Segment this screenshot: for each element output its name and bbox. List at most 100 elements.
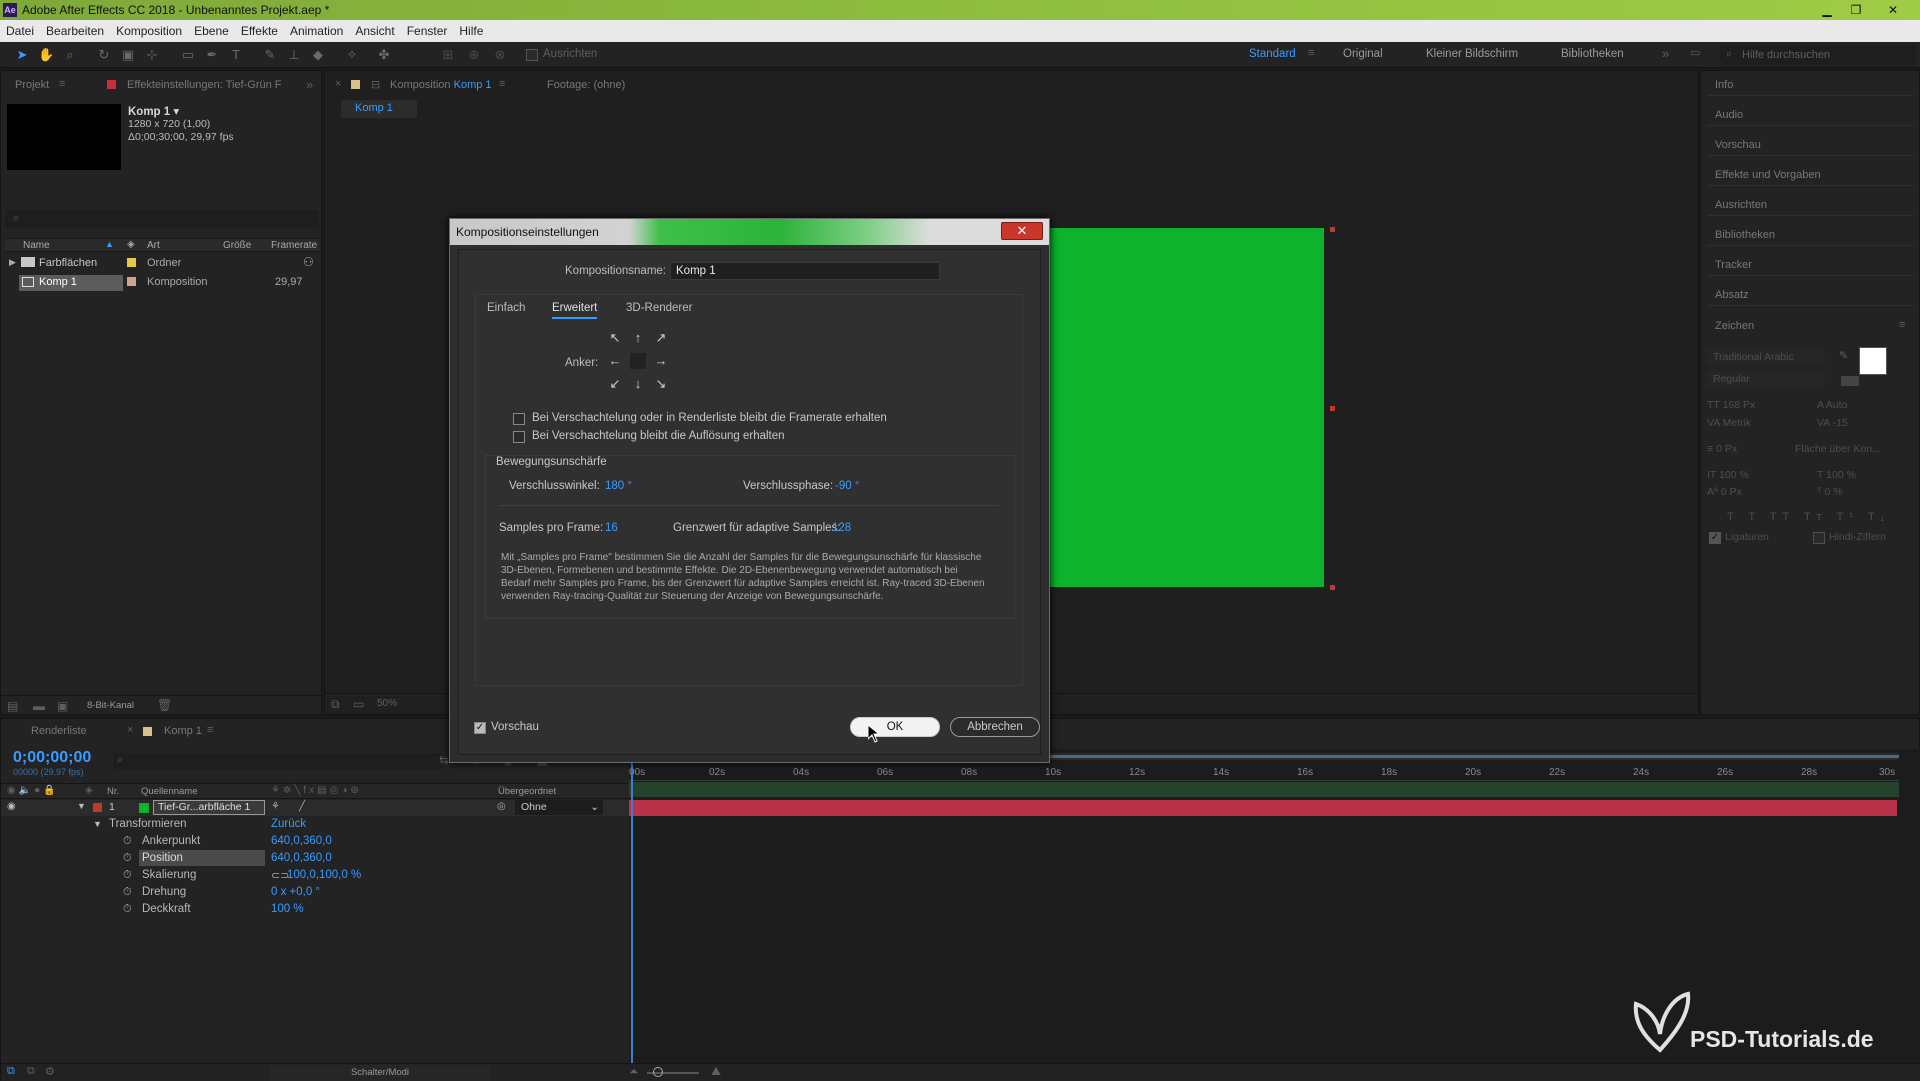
stopwatch-icon[interactable]: ⏱ [123,903,132,916]
brush-tool-icon[interactable]: ✎ [262,47,278,63]
panel-effects-presets[interactable]: Effekte und Vorgaben [1715,169,1821,181]
current-timecode[interactable]: 0;00;00;00 [13,749,91,767]
prop-opacity-value[interactable]: 100 % [271,903,304,915]
prop-anchor-point-value[interactable]: 640,0,360,0 [271,835,332,847]
layer-handle-tr[interactable] [1330,227,1335,232]
ligatures-checkbox[interactable]: ✓ [1709,532,1721,544]
preserve-framerate-checkbox[interactable] [513,413,525,425]
layer-name[interactable]: Tief-Gr...arbfläche 1 [153,800,265,815]
horizontal-scale-field[interactable]: T 100 % [1817,469,1856,481]
stopwatch-icon[interactable]: ⏱ [123,869,132,882]
lock-icon[interactable]: ⊟ [371,78,380,91]
hand-tool-icon[interactable]: ✋ [38,47,54,63]
trash-icon[interactable]: 🗑 [157,698,172,712]
hindi-digits-checkbox[interactable] [1813,532,1825,544]
layer-handle-r[interactable] [1330,406,1335,411]
shutter-angle-value[interactable]: 180 ° [605,480,632,492]
close-icon[interactable]: ✕ [1880,0,1906,20]
parent-select[interactable]: Ohne ⌄ [515,800,603,815]
fill-color-swatch[interactable] [1859,347,1887,375]
stopwatch-icon[interactable]: ⏱ [123,835,132,848]
prop-position-value[interactable]: 640,0,360,0 [271,852,332,864]
tab-footage[interactable]: Footage: (ohne) [547,79,625,91]
layer-switches-icon[interactable]: ⧉ [7,1065,15,1078]
prop-rotation-value[interactable]: 0 x +0,0 ° [271,886,320,898]
puppet-tool-icon[interactable]: ✤ [376,47,392,63]
pan-behind-tool-icon[interactable]: ⊹ [144,47,160,63]
font-style-select[interactable]: Regular [1707,371,1825,387]
prop-position[interactable]: Position [142,852,183,864]
column-type[interactable]: Art [147,240,160,251]
local-axis-icon[interactable]: ⊞ [440,47,456,63]
panel-character[interactable]: Zeichen [1715,320,1754,332]
project-row-folder[interactable]: ▶ Farbflächen Ordner ⚇ [5,255,319,273]
dropdown-arrow-icon[interactable]: ▾ [173,106,179,118]
label-color-icon[interactable] [127,258,136,267]
text-style-buttons[interactable]: T T TT Tт T¹ T₁ [1727,511,1890,523]
sort-ascending-icon[interactable]: ▲ [105,239,114,249]
adaptive-limit-value[interactable]: 128 [832,522,851,534]
preserve-resolution-checkbox[interactable] [513,431,525,443]
text-tool-icon[interactable]: T [228,47,244,63]
panel-audio[interactable]: Audio [1715,109,1743,121]
menu-hilfe[interactable]: Hilfe [453,20,489,42]
tracking-field[interactable]: VA -15 [1817,417,1848,429]
eyedropper-icon[interactable]: ✎ [1839,349,1848,362]
flowchart-icon[interactable]: ⚇ [303,255,314,269]
anchor-right-icon[interactable]: → [651,351,671,371]
layer-row[interactable]: ◉ ▼ 1 Tief-Gr...arbfläche 1 ⚘ ╱ ◎ Ohne ⌄ [1,800,629,816]
anchor-top-left-icon[interactable]: ↖ [605,328,625,348]
baseline-field[interactable]: Aª 0 Px [1707,486,1742,498]
ok-button[interactable]: OK [850,717,940,737]
visibility-eye-icon[interactable]: ◉ [7,801,16,812]
menu-fenster[interactable]: Fenster [401,20,454,42]
panel-paragraph[interactable]: Absatz [1715,289,1749,301]
kerning-field[interactable]: VA Metrik [1707,417,1751,429]
rectangle-tool-icon[interactable]: ▭ [180,47,196,63]
zoom-level[interactable]: 50% [377,698,397,709]
preview-checkbox[interactable]: ✓ [474,722,486,734]
column-number[interactable]: Nr. [107,786,119,797]
minimize-icon[interactable]: ▁ [1814,0,1840,20]
expand-arrow-icon[interactable]: ▶ [9,257,16,268]
font-family-select[interactable]: Traditional Arabic [1707,349,1825,365]
menu-datei[interactable]: Datei [0,20,40,42]
bit-depth-button[interactable]: 8-Bit-Kanal [87,700,134,711]
tab-project[interactable]: Projekt [15,79,49,91]
zoom-in-icon[interactable]: ⛰ [711,1064,721,1079]
tab-3d-renderer[interactable]: 3D-Renderer [626,302,692,314]
menu-bearbeiten[interactable]: Bearbeiten [40,20,110,42]
stopwatch-icon[interactable]: ⏱ [123,886,132,899]
align-checkbox[interactable] [526,49,538,61]
help-search-input[interactable]: ⌕ Hilfe durchsuchen [1720,45,1916,65]
stroke-color-swatch[interactable] [1841,376,1859,386]
anchor-top-right-icon[interactable]: ↗ [651,328,671,348]
more-workspaces-icon[interactable]: » [1662,46,1669,61]
panel-overflow-icon[interactable]: » [306,77,313,92]
panel-menu-icon[interactable]: ≡ [207,724,213,736]
always-preview-icon[interactable]: ⧉ [331,697,340,712]
anchor-left-icon[interactable]: ← [605,351,625,371]
label-color-icon[interactable] [127,277,136,286]
zoom-tool-icon[interactable]: ⌕ [62,47,78,63]
leading-field[interactable]: A Auto [1817,399,1847,411]
new-folder-icon[interactable]: ▬ [33,699,45,713]
tab-effect-controls[interactable]: Effekteinstellungen: Tief-Grün F [127,79,282,91]
collapse-arrow-icon[interactable]: ▼ [77,801,86,811]
green-solid-layer[interactable] [1046,228,1324,587]
menu-ebene[interactable]: Ebene [188,20,235,42]
column-parent[interactable]: Übergeordnet [498,786,556,797]
anchor-bottom-icon[interactable]: ↓ [628,374,648,394]
workspace-small-screen[interactable]: Kleiner Bildschirm [1426,48,1518,60]
project-row-comp[interactable]: Komp 1 Komposition 29,97 [5,274,319,292]
dialog-close-button[interactable]: ✕ [1001,222,1043,240]
workspace-standard[interactable]: Standard [1249,48,1296,60]
prop-scale-value[interactable]: 100,0,100,0 % [287,869,361,881]
tab-erweitert[interactable]: Erweitert [552,302,598,319]
rotate-tool-icon[interactable]: ↻ [96,47,112,63]
workspace-menu-icon[interactable]: ≡ [1308,47,1314,59]
eraser-tool-icon[interactable]: ◆ [310,47,326,63]
pick-whip-icon[interactable]: ◎ [497,801,506,812]
column-size[interactable]: Größe [223,240,251,251]
panel-menu-icon[interactable]: ≡ [1899,319,1905,331]
